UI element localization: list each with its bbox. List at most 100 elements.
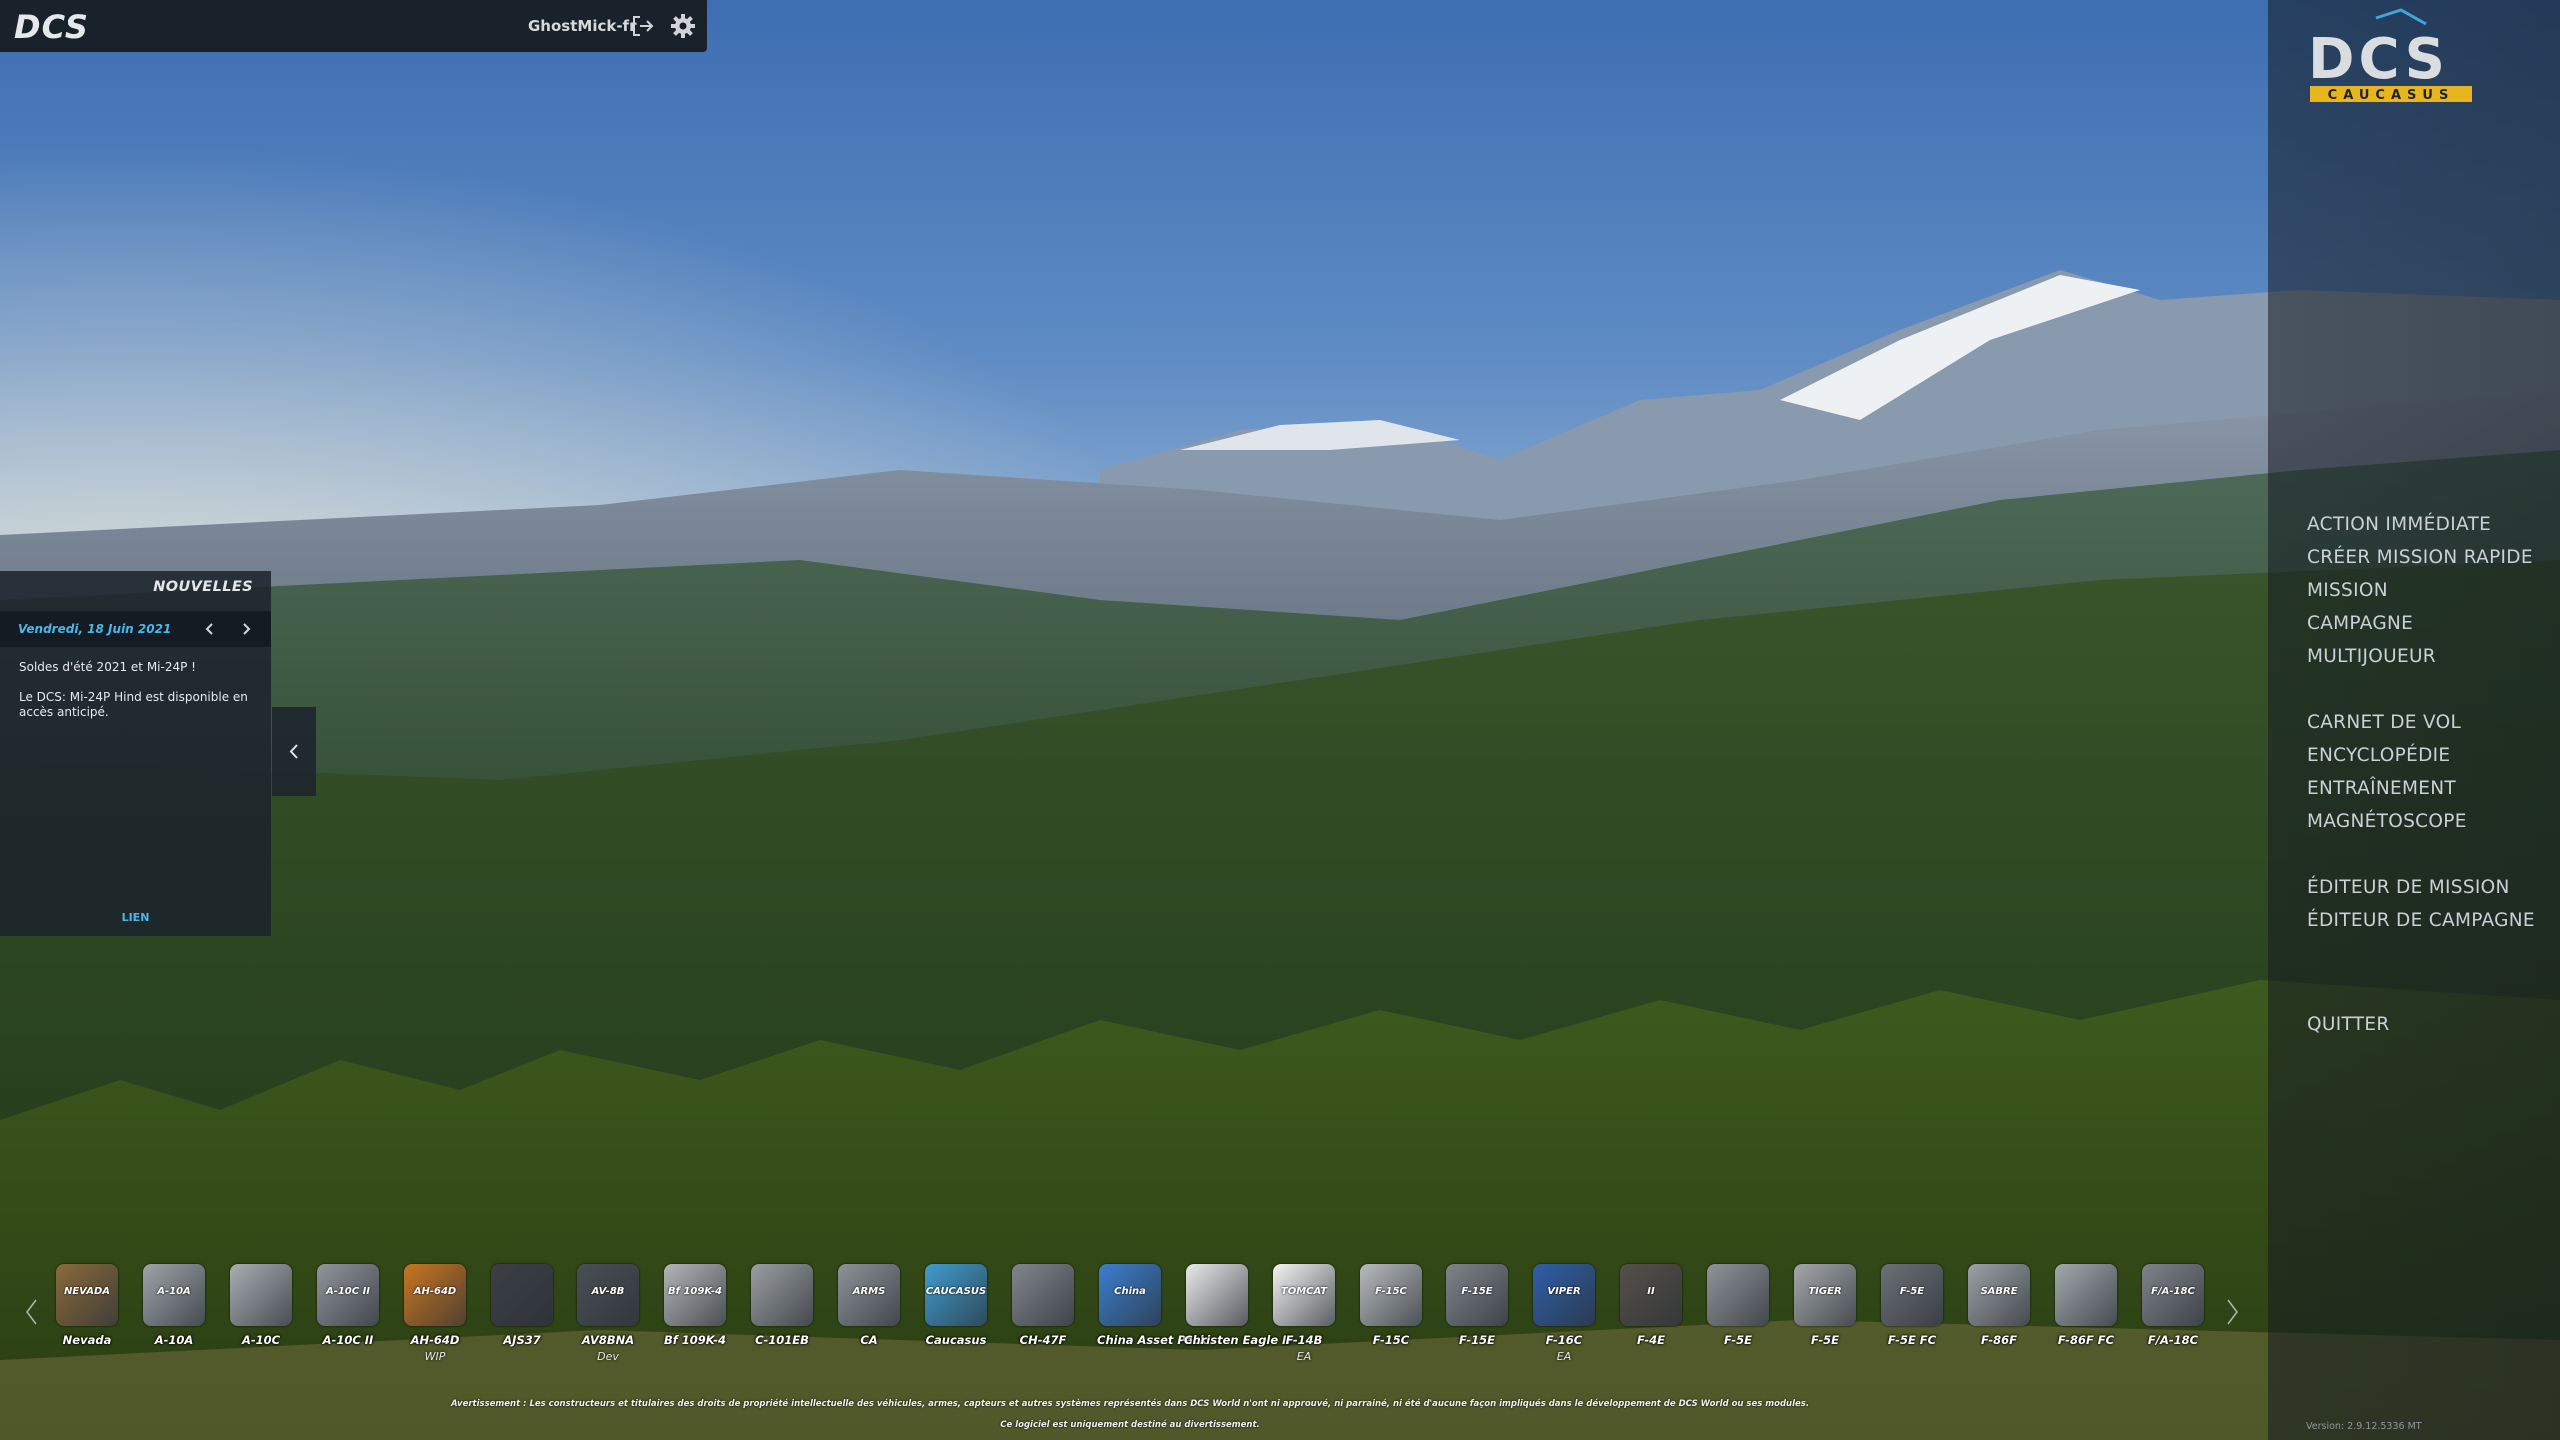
module-tile[interactable]: China China Asset Pack	[1097, 1264, 1208, 1347]
news-next-arrow-icon[interactable]	[239, 621, 253, 637]
module-tile[interactable]: Christen Eagle II	[1184, 1264, 1291, 1347]
legal-disclaimer: Avertissement : Les constructeurs et tit…	[450, 1399, 1810, 1409]
module-tile[interactable]: NEVADA Nevada	[54, 1264, 120, 1347]
modules-scroll-right-icon[interactable]	[2222, 1296, 2242, 1328]
news-body: Le DCS: Mi-24P Hind est disponible en ac…	[19, 690, 248, 719]
news-link[interactable]: LIEN	[0, 911, 271, 924]
module-tile[interactable]: F-86F FC	[2053, 1264, 2119, 1347]
menu-encyclopedia[interactable]: ENCYCLOPÉDIE	[2307, 739, 2535, 772]
module-tile[interactable]: AJS37	[489, 1264, 555, 1347]
username-label[interactable]: GhostMick-fr	[528, 17, 636, 35]
news-prev-arrow-icon[interactable]	[203, 621, 217, 637]
module-icon-label: II	[1647, 1286, 1655, 1297]
menu-campaign[interactable]: CAMPAGNE	[2307, 607, 2535, 640]
dcs-caucasus-logo: DCS CAUCASUS	[2308, 8, 2472, 103]
module-name: AJS37	[503, 1333, 541, 1347]
module-icon-label: F-15E	[1461, 1286, 1493, 1297]
main-menu: ACTION IMMÉDIATE CRÉER MISSION RAPIDE MI…	[2307, 508, 2535, 1041]
module-status: Dev	[597, 1350, 619, 1363]
module-status: EA	[1556, 1350, 1572, 1363]
module-status: EA	[1296, 1350, 1312, 1363]
module-tile[interactable]: F-15E F-15E	[1444, 1264, 1510, 1347]
module-icon: II	[1620, 1264, 1682, 1326]
modules-scroll-left-icon[interactable]	[22, 1296, 42, 1328]
module-icon	[230, 1264, 292, 1326]
module-icon: China	[1099, 1264, 1161, 1326]
module-tile[interactable]: CAUCASUS Caucasus	[923, 1264, 989, 1347]
module-name: F-86F FC	[2057, 1333, 2115, 1347]
module-tile[interactable]: F-15C F-15C	[1358, 1264, 1424, 1347]
module-name: F/A-18C	[2147, 1333, 2199, 1347]
news-collapse-button[interactable]	[272, 707, 316, 796]
module-name: Christen Eagle II	[1184, 1333, 1291, 1347]
module-name: F-5E	[1724, 1333, 1752, 1347]
module-tile[interactable]: AV-8B AV8BNA Dev	[575, 1264, 641, 1363]
gear-icon[interactable]	[670, 13, 696, 39]
module-tile[interactable]: A-10C II A-10C II	[315, 1264, 381, 1347]
module-tile[interactable]: II F-4E	[1618, 1264, 1684, 1347]
chevron-left-icon	[289, 744, 298, 759]
module-tile[interactable]: AH-64D AH-64D WIP	[402, 1264, 468, 1363]
module-icon: AH-64D	[404, 1264, 466, 1326]
menu-mission[interactable]: MISSION	[2307, 574, 2535, 607]
module-icon: F-5E	[1881, 1264, 1943, 1326]
module-icon-label: F-5E	[1899, 1286, 1925, 1297]
module-name: C-101EB	[755, 1333, 809, 1347]
module-tile[interactable]: CH-47F	[1010, 1264, 1076, 1347]
module-name: China Asset Pack	[1097, 1333, 1208, 1347]
background-landscape	[0, 0, 2560, 1440]
module-icon: TOMCAT	[1273, 1264, 1335, 1326]
module-icon-label: China	[1114, 1286, 1146, 1297]
module-tile[interactable]: Bf 109K-4 Bf 109K-4	[662, 1264, 728, 1347]
module-name: F-4E	[1637, 1333, 1665, 1347]
module-tile[interactable]: TIGER F-5E	[1792, 1264, 1858, 1347]
module-icon	[1012, 1264, 1074, 1326]
module-tile[interactable]: F-5E	[1705, 1264, 1771, 1347]
module-tile[interactable]: TOMCAT F-14B EA	[1271, 1264, 1337, 1363]
menu-campaign-editor[interactable]: ÉDITEUR DE CAMPAGNE	[2307, 904, 2535, 937]
module-name: Caucasus	[925, 1333, 987, 1347]
module-tile[interactable]: A-10C	[228, 1264, 294, 1347]
menu-logbook[interactable]: CARNET DE VOL	[2307, 706, 2535, 739]
menu-replay[interactable]: MAGNÉTOSCOPE	[2307, 805, 2535, 838]
news-date: Vendredi, 18 Juin 2021	[18, 622, 172, 636]
module-icon-label: TOMCAT	[1280, 1286, 1328, 1297]
module-tile[interactable]: SABRE F-86F	[1966, 1264, 2032, 1347]
module-name: F-5E	[1811, 1333, 1839, 1347]
menu-instant-action[interactable]: ACTION IMMÉDIATE	[2307, 508, 2535, 541]
module-icon-label: AH-64D	[413, 1286, 457, 1297]
module-icon: A-10A	[143, 1264, 205, 1326]
module-icon-label: F-15C	[1375, 1286, 1407, 1297]
module-tile[interactable]: F-5E F-5E FC	[1879, 1264, 1945, 1347]
menu-training[interactable]: ENTRAÎNEMENT	[2307, 772, 2535, 805]
module-tile[interactable]: C-101EB	[749, 1264, 815, 1347]
module-tile[interactable]: F/A-18C F/A-18C	[2140, 1264, 2206, 1347]
module-name: F-14B	[1285, 1333, 1323, 1347]
module-tile[interactable]: VIPER F-16C EA	[1531, 1264, 1597, 1363]
module-name: F-5E FC	[1887, 1333, 1937, 1347]
module-icon-label: A-10A	[157, 1286, 191, 1297]
module-bar: NEVADA Nevada A-10A A-10A A-10C A-10C II A-10C…	[54, 1264, 2204, 1384]
module-icon-label: SABRE	[1980, 1286, 2018, 1297]
menu-multiplayer[interactable]: MULTIJOUEUR	[2307, 640, 2535, 673]
module-name: F-15E	[1459, 1333, 1495, 1347]
logout-icon[interactable]	[630, 13, 656, 39]
module-icon	[491, 1264, 553, 1326]
module-icon: F-15C	[1360, 1264, 1422, 1326]
version-label: Version: 2.9.12.5336 MT	[2306, 1421, 2422, 1432]
module-icon	[1707, 1264, 1769, 1326]
module-icon-label: ARMS	[852, 1286, 886, 1297]
module-icon: CAUCASUS	[925, 1264, 987, 1326]
module-icon: Bf 109K-4	[664, 1264, 726, 1326]
module-name: A-10C	[241, 1333, 281, 1347]
module-tile[interactable]: ARMS CA	[836, 1264, 902, 1347]
module-name: F-86F	[1981, 1333, 2017, 1347]
module-tile[interactable]: A-10A A-10A	[141, 1264, 207, 1347]
module-icon-label: Bf 109K-4	[668, 1286, 722, 1297]
menu-quick-mission[interactable]: CRÉER MISSION RAPIDE	[2307, 541, 2535, 574]
module-name: Nevada	[62, 1333, 112, 1347]
module-icon-label: A-10C II	[325, 1286, 371, 1297]
module-name: Bf 109K-4	[663, 1333, 727, 1347]
menu-quit[interactable]: QUITTER	[2307, 1008, 2535, 1041]
menu-mission-editor[interactable]: ÉDITEUR DE MISSION	[2307, 871, 2535, 904]
